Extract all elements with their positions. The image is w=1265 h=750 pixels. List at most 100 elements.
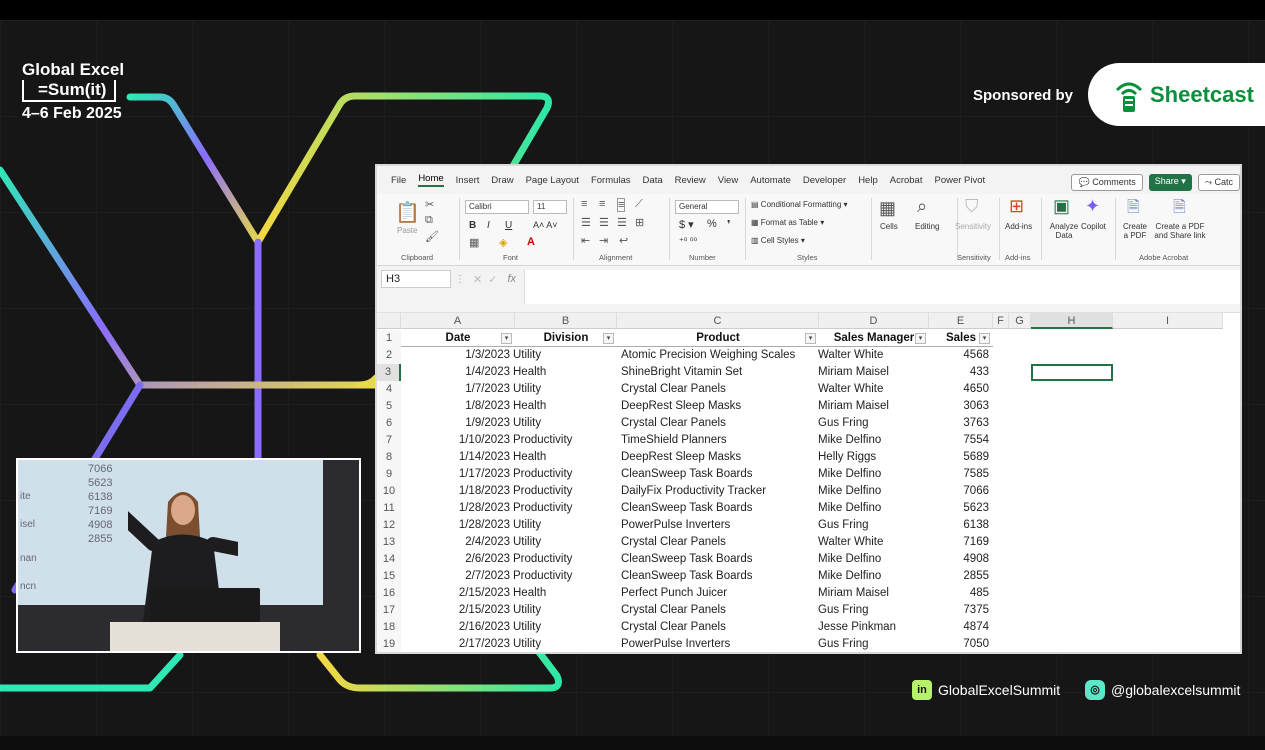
cell-date[interactable]: 1/28/2023	[401, 500, 510, 517]
row-header[interactable]: 3	[377, 364, 401, 381]
cell-division[interactable]: Utility	[513, 602, 617, 619]
font-name-select[interactable]: Calibri	[465, 200, 529, 214]
wrap-text-icon[interactable]: ↩	[619, 234, 628, 247]
increase-indent-icon[interactable]: ⇥	[599, 234, 608, 247]
align-left-icon[interactable]: ☰	[581, 216, 591, 229]
cell-division[interactable]: Utility	[513, 347, 617, 364]
fill-color-icon[interactable]: ◈	[499, 236, 507, 249]
cell-date[interactable]: 1/10/2023	[401, 432, 510, 449]
cell-division[interactable]: Health	[513, 585, 617, 602]
font-color-icon[interactable]: A	[527, 236, 535, 248]
cell-product[interactable]: TimeShield Planners	[621, 432, 817, 449]
paste-icon[interactable]: 📋	[395, 200, 420, 225]
editing-search-icon[interactable]: ⌕	[917, 196, 927, 217]
select-all-corner[interactable]	[377, 313, 401, 329]
decimal-buttons[interactable]: ⁺⁰ ⁰⁰	[679, 236, 697, 247]
header-date[interactable]: Date	[401, 330, 515, 347]
format-as-table-button[interactable]: ▦ Format as Table ▾	[751, 218, 824, 227]
header-sales-manager[interactable]: Sales Manager	[819, 330, 929, 347]
create-pdf-share-icon[interactable]: 🗎	[1173, 196, 1186, 223]
cell-date[interactable]: 2/4/2023	[401, 534, 510, 551]
selected-cell-h3[interactable]	[1031, 364, 1113, 381]
column-header-h[interactable]: H	[1031, 313, 1113, 329]
cell-division[interactable]: Utility	[513, 381, 617, 398]
cell-product[interactable]: Crystal Clear Panels	[621, 534, 817, 551]
underline-button[interactable]: U	[505, 220, 512, 231]
cell-date[interactable]: 1/18/2023	[401, 483, 510, 500]
borders-icon[interactable]: ▦	[469, 236, 479, 249]
cell-division[interactable]: Health	[513, 364, 617, 381]
cell-division[interactable]: Health	[513, 398, 617, 415]
row-header[interactable]: 13	[377, 534, 401, 551]
row-header[interactable]: 6	[377, 415, 401, 432]
tab-developer[interactable]: Developer	[803, 175, 846, 186]
tab-file[interactable]: File	[391, 175, 406, 186]
cell-date[interactable]: 1/7/2023	[401, 381, 510, 398]
cell-sales-manager[interactable]: Mike Delfino	[818, 500, 928, 517]
cell-product[interactable]: Crystal Clear Panels	[621, 619, 817, 636]
tab-review[interactable]: Review	[675, 175, 706, 186]
cell-product[interactable]: CleanSweep Task Boards	[621, 568, 817, 585]
cell-product[interactable]: Crystal Clear Panels	[621, 602, 817, 619]
align-bottom-icon[interactable]: ≡	[617, 198, 626, 212]
cell-sales[interactable]: 4568	[929, 347, 989, 364]
cell-sales-manager[interactable]: Miriam Maisel	[818, 398, 928, 415]
more-icon[interactable]: ⋮	[455, 274, 465, 285]
orientation-icon[interactable]: ⟋	[635, 198, 643, 211]
column-header-a[interactable]: A	[401, 313, 515, 329]
row-header[interactable]: 16	[377, 585, 401, 602]
cell-sales-manager[interactable]: Gus Fring	[818, 415, 928, 432]
cell-product[interactable]: Perfect Punch Juicer	[621, 585, 817, 602]
align-top-icon[interactable]: ≡	[581, 198, 587, 210]
column-header-e[interactable]: E	[929, 313, 993, 329]
cell-product[interactable]: CleanSweep Task Boards	[621, 500, 817, 517]
cell-division[interactable]: Utility	[513, 415, 617, 432]
cell-division[interactable]: Productivity	[513, 551, 617, 568]
analyze-data-icon[interactable]: ▣	[1053, 196, 1070, 217]
tab-help[interactable]: Help	[858, 175, 878, 186]
cell-sales-manager[interactable]: Mike Delfino	[818, 551, 928, 568]
column-header-b[interactable]: B	[515, 313, 617, 329]
row-header[interactable]: 4	[377, 381, 401, 398]
cell-date[interactable]: 1/17/2023	[401, 466, 510, 483]
cell-division[interactable]: Utility	[513, 636, 617, 652]
format-painter-icon[interactable]: 🖌	[425, 230, 439, 243]
font-size-select[interactable]: 11	[533, 200, 567, 214]
copy-icon[interactable]: ⧉	[425, 214, 433, 227]
cell-date[interactable]: 2/17/2023	[401, 636, 510, 652]
bold-button[interactable]: B	[469, 220, 476, 231]
cell-date[interactable]: 1/4/2023	[401, 364, 510, 381]
linkedin-handle[interactable]: in GlobalExcelSummit	[912, 680, 1060, 700]
header-product[interactable]: Product	[617, 330, 819, 347]
cell-division[interactable]: Health	[513, 449, 617, 466]
cell-sales-manager[interactable]: Mike Delfino	[818, 568, 928, 585]
cell-sales-manager[interactable]: Miriam Maisel	[818, 364, 928, 381]
column-header-g[interactable]: G	[1009, 313, 1031, 329]
cell-sales[interactable]: 6138	[929, 517, 989, 534]
percent-button[interactable]: %	[707, 218, 717, 230]
cell-date[interactable]: 2/7/2023	[401, 568, 510, 585]
cell-sales-manager[interactable]: Miriam Maisel	[818, 585, 928, 602]
worksheet-grid[interactable]: A B C D E F G H I 1 2 3 4 5 6 7 8 9 10 11 12 13 14 15 16 17 18 19 Da…	[377, 312, 1240, 652]
row-header[interactable]: 17	[377, 602, 401, 619]
cell-sales-manager[interactable]: Gus Fring	[818, 636, 928, 652]
tab-page-layout[interactable]: Page Layout	[526, 175, 579, 186]
cell-product[interactable]: ShineBright Vitamin Set	[621, 364, 817, 381]
align-middle-icon[interactable]: ≡	[599, 198, 605, 210]
italic-button[interactable]: I	[487, 220, 490, 231]
cell-division[interactable]: Utility	[513, 517, 617, 534]
cell-sales[interactable]: 7050	[929, 636, 989, 652]
align-right-icon[interactable]: ☰	[617, 216, 627, 229]
filter-dropdown-icon[interactable]: ▾	[979, 333, 990, 344]
cell-sales[interactable]: 7375	[929, 602, 989, 619]
filter-dropdown-icon[interactable]: ▾	[805, 333, 816, 344]
row-header[interactable]: 15	[377, 568, 401, 585]
tab-view[interactable]: View	[718, 175, 738, 186]
cell-product[interactable]: CleanSweep Task Boards	[621, 466, 817, 483]
cell-date[interactable]: 1/28/2023	[401, 517, 510, 534]
cell-date[interactable]: 1/9/2023	[401, 415, 510, 432]
align-center-icon[interactable]: ☰	[599, 216, 609, 229]
cell-sales-manager[interactable]: Mike Delfino	[818, 432, 928, 449]
filter-dropdown-icon[interactable]: ▾	[915, 333, 926, 344]
catch-up-button[interactable]: ⤳ Catc	[1197, 174, 1240, 191]
